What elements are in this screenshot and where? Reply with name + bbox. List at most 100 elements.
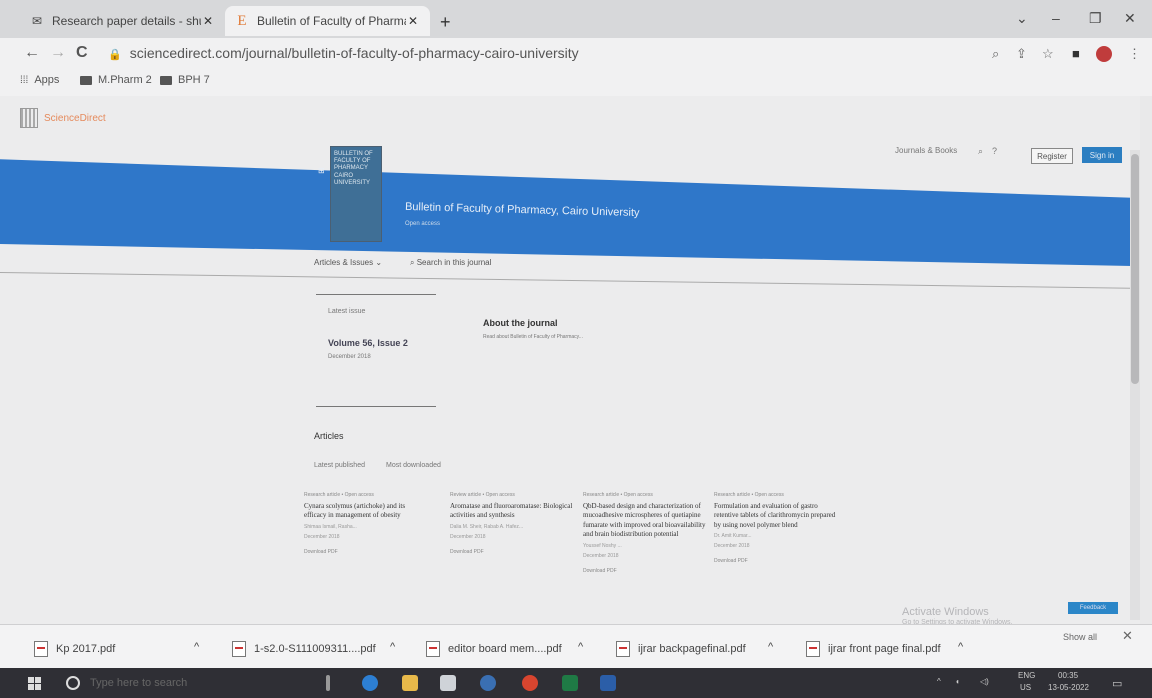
help-icon[interactable]: ?: [992, 146, 997, 156]
divider: [316, 406, 436, 407]
menu-icon[interactable]: ⋮: [1128, 46, 1141, 62]
tab-search-button[interactable]: ⌄: [1016, 10, 1028, 27]
star-icon[interactable]: ☆: [1042, 46, 1054, 62]
download-pdf-link[interactable]: Download PDF: [714, 558, 839, 564]
share-icon[interactable]: ⇪: [1016, 46, 1027, 62]
cortana-icon[interactable]: [66, 676, 80, 690]
region-indicator: US: [1020, 683, 1032, 692]
bookmark-label: BPH 7: [178, 74, 210, 86]
volume-link[interactable]: Volume 56, Issue 2: [328, 338, 408, 348]
store-icon[interactable]: [440, 675, 456, 691]
download-pdf-link[interactable]: Download PDF: [450, 549, 575, 555]
taskbar-search-input[interactable]: Type here to search: [90, 677, 187, 689]
register-button[interactable]: Register: [1031, 148, 1073, 164]
article-title[interactable]: Formulation and evaluation of gastro ret…: [714, 502, 839, 530]
articles-issues-menu[interactable]: Articles & Issues ⌄: [314, 258, 382, 267]
excel-icon[interactable]: [562, 675, 578, 691]
pdf-file-icon: [616, 641, 630, 657]
feedback-button[interactable]: Feedback: [1068, 602, 1118, 614]
language-indicator[interactable]: ENG: [1018, 671, 1035, 680]
close-downloads-button[interactable]: ✕: [1122, 628, 1133, 644]
download-pdf-link[interactable]: Download PDF: [583, 568, 708, 574]
download-options-chevron[interactable]: ^: [578, 641, 583, 653]
media-icon[interactable]: [480, 675, 496, 691]
article-date: December 2018: [304, 533, 340, 540]
close-window-button[interactable]: ✕: [1124, 10, 1136, 27]
bookmark-bph7[interactable]: BPH 7: [160, 74, 210, 86]
tab-most-downloaded[interactable]: Most downloaded: [386, 462, 441, 469]
extension-icon[interactable]: ■: [1072, 46, 1080, 61]
back-button[interactable]: ←: [24, 44, 40, 62]
sign-in-button[interactable]: Sign in: [1082, 147, 1122, 163]
minimize-button[interactable]: –: [1052, 10, 1060, 26]
article-card[interactable]: Research article • Open access Cynara sc…: [304, 492, 429, 555]
show-all-button[interactable]: Show all: [1063, 632, 1097, 642]
close-icon[interactable]: ✕: [406, 14, 420, 28]
about-journal-text[interactable]: Read about Bulletin of Faculty of Pharma…: [483, 334, 583, 340]
folder-icon: [160, 75, 172, 85]
journals-books-link[interactable]: Journals & Books: [895, 146, 957, 155]
article-date: December 2018: [450, 533, 486, 540]
search-journal-link[interactable]: ⌕ Search in this journal: [410, 258, 491, 268]
forward-button[interactable]: →: [50, 44, 66, 62]
cover-tab-icon: ⊞: [318, 166, 325, 175]
pdf-file-icon: [232, 641, 246, 657]
restore-button[interactable]: ❐: [1089, 10, 1102, 27]
reload-button[interactable]: C: [76, 44, 88, 62]
download-item[interactable]: editor board mem....pdf: [426, 641, 562, 657]
about-journal-title: About the journal: [483, 318, 558, 328]
network-icon[interactable]: ◖: [955, 677, 960, 686]
download-item[interactable]: Kp 2017.pdf: [34, 641, 115, 657]
search-icon[interactable]: ⌕: [992, 46, 999, 62]
article-card[interactable]: Review article • Open access Aromatase a…: [450, 492, 575, 555]
article-title[interactable]: QbD-based design and characterization of…: [583, 502, 708, 540]
download-item[interactable]: ijrar front page final.pdf: [806, 641, 941, 657]
tray-chevron[interactable]: ^: [937, 677, 941, 686]
search-icon[interactable]: ⌕: [978, 146, 983, 157]
browser-toolbar: ← → C 🔒 sciencedirect.com/journal/bulleti…: [0, 38, 1152, 70]
volume-icon[interactable]: ◁): [980, 677, 989, 686]
sciencedirect-logo[interactable]: ScienceDirect: [20, 108, 106, 128]
tab-latest-published[interactable]: Latest published: [314, 462, 365, 469]
close-icon[interactable]: ✕: [201, 14, 215, 28]
page-content: ScienceDirect Journals & Books ⌕ ? Regis…: [0, 96, 1140, 626]
article-type: Research article • Open access: [714, 492, 784, 498]
download-item[interactable]: 1-s2.0-S111009311....pdf: [232, 641, 376, 657]
download-item[interactable]: ijrar backpagefinal.pdf: [616, 641, 746, 657]
windows-start-icon[interactable]: [28, 677, 41, 690]
open-access-label: Open access: [405, 221, 441, 227]
article-title[interactable]: Cynara scolymus (artichoke) and its effi…: [304, 502, 429, 521]
new-tab-button[interactable]: +: [440, 12, 451, 33]
cover-line: FACULTY OF: [334, 158, 371, 165]
word-icon[interactable]: [600, 675, 616, 691]
search-journal-label: Search in this journal: [416, 258, 492, 267]
clock-date[interactable]: 13-05-2022: [1048, 683, 1089, 692]
article-card[interactable]: Research article • Open access QbD-based…: [583, 492, 708, 574]
download-options-chevron[interactable]: ^: [194, 641, 199, 653]
tab-bulletin[interactable]: E Bulletin of Faculty of Pharmacy ✕: [225, 6, 430, 36]
download-options-chevron[interactable]: ^: [768, 641, 773, 653]
article-card[interactable]: Research article • Open access Formulati…: [714, 492, 839, 564]
profile-icon[interactable]: [1096, 46, 1112, 62]
cover-line: CAIRO UNIVERSITY: [334, 172, 371, 186]
divider: [316, 294, 436, 295]
chrome-icon[interactable]: [522, 675, 538, 691]
bookmark-mpharm2[interactable]: M.Pharm 2: [80, 74, 152, 86]
article-title[interactable]: Aromatase and fluoroaromatase: Biologica…: [450, 502, 575, 521]
tab-research-paper[interactable]: ✉ Research paper details - shuchi ✕: [20, 6, 225, 36]
clock-time[interactable]: 00:35: [1058, 671, 1078, 680]
download-pdf-link[interactable]: Download PDF: [304, 549, 429, 555]
download-options-chevron[interactable]: ^: [390, 641, 395, 653]
pdf-file-icon: [806, 641, 820, 657]
notifications-icon[interactable]: ▭: [1112, 677, 1122, 690]
articles-heading: Articles: [314, 431, 344, 441]
scrollbar-thumb[interactable]: [1131, 154, 1139, 384]
edge-icon[interactable]: [362, 675, 378, 691]
journal-cover[interactable]: BULLETIN OF FACULTY OF PHARMACY CAIRO UN…: [330, 146, 382, 242]
bookmark-apps[interactable]: ⁞⁞⁞ Apps: [20, 74, 59, 86]
download-options-chevron[interactable]: ^: [958, 641, 963, 653]
task-view-icon[interactable]: [326, 675, 330, 691]
address-bar[interactable]: 🔒 sciencedirect.com/journal/bulletin-of-f…: [108, 45, 579, 61]
file-explorer-icon[interactable]: [402, 675, 418, 691]
downloads-bar: Kp 2017.pdf ^ 1-s2.0-S111009311....pdf ^…: [0, 624, 1152, 668]
